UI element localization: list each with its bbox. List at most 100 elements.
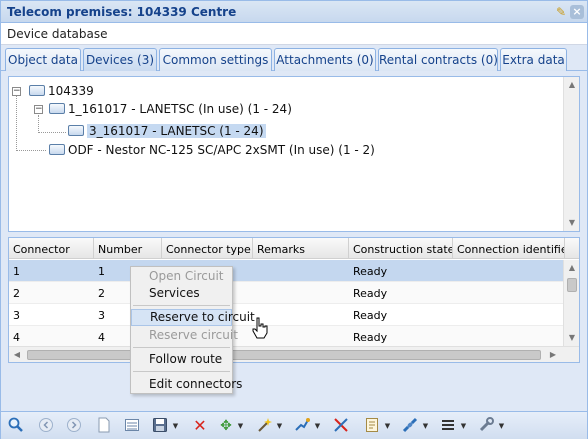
device-icon <box>29 85 45 96</box>
scroll-thumb[interactable] <box>567 278 577 292</box>
menu-separator <box>133 305 230 306</box>
scroll-up-icon[interactable]: ▲ <box>564 260 579 276</box>
device-icon <box>49 144 65 155</box>
tree-node-label: ODF - Nestor NC-125 SC/APC 2xSMT (In use… <box>68 143 375 157</box>
connect-icon[interactable] <box>401 417 419 435</box>
scroll-left-icon[interactable]: ◀ <box>9 347 25 362</box>
column-header-connector[interactable]: Connector <box>9 238 94 259</box>
tab-extra-data[interactable]: Extra data <box>500 48 567 71</box>
tab-object-data[interactable]: Object data <box>5 48 81 71</box>
table-row[interactable]: 2 2 Ready <box>9 282 563 304</box>
route-dropdown-icon[interactable]: ▼ <box>314 423 321 430</box>
collapse-toggle[interactable]: − <box>12 87 21 96</box>
scroll-up-icon[interactable]: ▲ <box>564 77 580 93</box>
connect-dropdown-icon[interactable]: ▼ <box>422 423 429 430</box>
column-header-number[interactable]: Number <box>94 238 162 259</box>
tree-node-device[interactable]: ODF - Nestor NC-125 SC/APC 2xSMT (In use… <box>49 142 375 158</box>
grid-vertical-scrollbar[interactable]: ▲ ▼ <box>563 260 579 346</box>
tree-node-device-selected[interactable]: 3_161017 - LANETSC (1 - 24) <box>68 123 266 139</box>
form-icon[interactable] <box>123 417 141 435</box>
device-icon <box>68 125 84 136</box>
cell-construction-state: Ready <box>353 265 388 278</box>
cell-connector: 2 <box>13 287 20 300</box>
scroll-down-icon[interactable]: ▼ <box>564 330 579 346</box>
cell-construction-state: Ready <box>353 309 388 322</box>
back-icon[interactable] <box>37 417 55 435</box>
delete-icon[interactable]: ✕ <box>191 417 209 435</box>
scroll-thumb[interactable] <box>27 350 541 360</box>
tab-attachments[interactable]: Attachments (0) <box>274 48 376 71</box>
column-header-construction-state[interactable]: Construction state <box>349 238 453 259</box>
menu-item-open-circuit: Open Circuit <box>149 269 224 283</box>
device-tree: − 104339 − 1_161017 - LANETSC (In use) (… <box>8 76 580 232</box>
tab-common-settings[interactable]: Common settings <box>159 48 272 71</box>
scroll-right-icon[interactable]: ▶ <box>545 347 561 362</box>
cell-number: 1 <box>98 265 105 278</box>
grid-horizontal-scrollbar[interactable]: ◀ ▶ <box>9 346 579 362</box>
telecom-premises-window: Telecom premises: 104339 Centre ✎ × Devi… <box>0 0 588 439</box>
devices-tab-content: − 104339 − 1_161017 - LANETSC (In use) (… <box>1 71 587 411</box>
tree-scrollbar[interactable]: ▲ ▼ <box>563 77 579 231</box>
save-icon[interactable] <box>151 417 169 435</box>
menu-item-services[interactable]: Services <box>131 285 232 302</box>
menu-separator <box>133 371 230 372</box>
cell-construction-state: Ready <box>353 287 388 300</box>
cell-connector: 1 <box>13 265 20 278</box>
cell-number: 4 <box>98 331 105 344</box>
tab-devices[interactable]: Devices (3) <box>83 48 157 71</box>
cell-connector: 4 <box>13 331 20 344</box>
column-header-connector-type[interactable]: Connector type <box>162 238 253 259</box>
scissors-icon[interactable] <box>332 417 350 435</box>
route-icon[interactable] <box>293 417 311 435</box>
wand-icon[interactable] <box>255 417 273 435</box>
wand-dropdown-icon[interactable]: ▼ <box>276 423 283 430</box>
tree-node-root[interactable]: 104339 <box>29 83 94 99</box>
menu-item-reserve-to-circuit[interactable]: Reserve to circuit <box>131 309 255 326</box>
cell-connector: 3 <box>13 309 20 322</box>
column-header-connection-identifier[interactable]: Connection identifier <box>453 238 565 259</box>
table-row[interactable]: 1 1 Ready <box>9 260 563 282</box>
cell-number: 3 <box>98 309 105 322</box>
tree-guide-line <box>16 150 46 151</box>
column-header-remarks[interactable]: Remarks <box>253 238 349 259</box>
window-subtitle: Device database <box>1 23 587 45</box>
tree-guide-line <box>38 115 39 133</box>
table-row[interactable]: 3 3 Ready <box>9 304 563 326</box>
menu-item-reserve-circuit: Reserve circuit <box>149 328 238 342</box>
cell-construction-state: Ready <box>353 331 388 344</box>
list-dropdown-icon[interactable]: ▼ <box>460 423 467 430</box>
scroll-down-icon[interactable]: ▼ <box>564 215 580 231</box>
move-icon[interactable]: ✥ <box>217 417 235 435</box>
collapse-toggle[interactable]: − <box>34 105 43 114</box>
tree-node-label: 104339 <box>48 84 94 98</box>
menu-item-follow-route[interactable]: Follow route <box>131 351 232 368</box>
hand-cursor-icon <box>252 317 268 339</box>
tools-icon[interactable] <box>477 417 495 435</box>
tree-guide-line <box>16 96 17 151</box>
connectors-grid: Connector Number Connector type Remarks … <box>8 237 580 363</box>
list-icon[interactable] <box>439 417 457 435</box>
window-title: Telecom premises: 104339 Centre <box>7 5 237 19</box>
menu-separator <box>133 347 230 348</box>
device-icon <box>49 103 65 114</box>
save-dropdown-icon[interactable]: ▼ <box>172 423 179 430</box>
report-dropdown-icon[interactable]: ▼ <box>384 423 391 430</box>
table-row[interactable]: 4 4 Ready <box>9 326 563 348</box>
menu-item-edit-connectors[interactable]: Edit connectors <box>131 376 242 393</box>
forward-icon[interactable] <box>65 417 83 435</box>
pin-icon[interactable]: ✎ <box>554 5 568 19</box>
new-document-icon[interactable] <box>95 417 113 435</box>
tab-rental-contracts[interactable]: Rental contracts (0) <box>378 48 498 71</box>
tree-node-device[interactable]: 1_161017 - LANETSC (In use) (1 - 24) <box>49 101 292 117</box>
report-icon[interactable] <box>363 417 381 435</box>
tree-node-label: 1_161017 - LANETSC (In use) (1 - 24) <box>68 102 292 116</box>
close-icon[interactable]: × <box>570 5 584 19</box>
grid-header: Connector Number Connector type Remarks … <box>9 238 579 259</box>
tools-dropdown-icon[interactable]: ▼ <box>498 423 505 430</box>
cell-number: 2 <box>98 287 105 300</box>
window-titlebar[interactable]: Telecom premises: 104339 Centre ✎ × <box>1 1 587 23</box>
tree-guide-line <box>38 132 66 133</box>
search-icon[interactable] <box>7 417 25 435</box>
tab-bar: Object data Devices (3) Common settings … <box>1 45 587 71</box>
move-dropdown-icon[interactable]: ▼ <box>237 423 244 430</box>
